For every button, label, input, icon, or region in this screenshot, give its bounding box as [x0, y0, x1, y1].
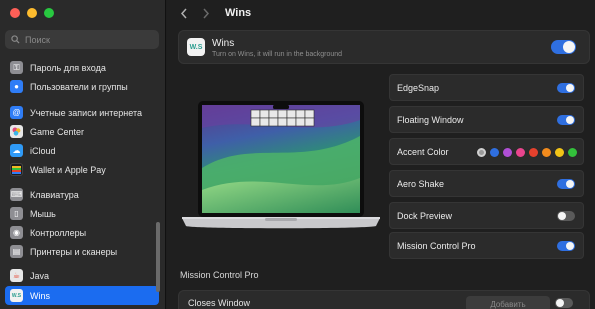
sidebar-item-printers[interactable]: ▤ Принтеры и сканеры — [5, 242, 159, 261]
option-accent-color: Accent Color — [389, 138, 584, 165]
search-field[interactable] — [5, 30, 159, 49]
sidebar-item-label: Пользователи и группы — [30, 81, 128, 92]
wallet-icon — [10, 163, 23, 176]
accent-color-graphite[interactable] — [477, 148, 486, 157]
sidebar-item-wallet[interactable]: Wallet и Apple Pay — [5, 160, 159, 179]
toolbar: Wins — [167, 0, 595, 26]
icloud-icon: ☁ — [10, 144, 23, 157]
sidebar-item-label: Принтеры и сканеры — [30, 246, 118, 257]
option-label: Mission Control Pro — [397, 241, 476, 251]
forward-button[interactable] — [199, 6, 213, 20]
close-window-button[interactable] — [10, 8, 20, 18]
sidebar-item-keyboard[interactable]: ⌨ Клавиатура — [5, 185, 159, 204]
sidebar-item-java[interactable]: ☕ Java — [5, 266, 159, 285]
sidebar-item-label: Wins — [30, 290, 50, 301]
users-icon: ● — [10, 80, 23, 93]
sidebar-item-label: Учетные записи интернета — [30, 107, 142, 118]
sidebar-item-label: iCloud — [30, 145, 56, 156]
macbook-preview-image — [182, 101, 380, 229]
option-mission-control-pro: Mission Control Pro — [389, 232, 584, 259]
chevron-right-icon — [203, 8, 210, 18]
accent-color-green[interactable] — [568, 148, 577, 157]
sidebar-item-internet-accounts[interactable]: @ Учетные записи интернета — [5, 103, 159, 122]
mission-control-pro-toggle[interactable] — [557, 241, 575, 251]
sidebar-item-label: Клавиатура — [30, 189, 79, 200]
sidebar: ⚿ Пароль для входа ● Пользователи и груп… — [0, 0, 166, 309]
search-icon — [11, 35, 20, 44]
edgesnap-toggle[interactable] — [557, 83, 575, 93]
dock-preview-toggle[interactable] — [557, 211, 575, 221]
mouse-icon: ▯ — [10, 207, 23, 220]
section-title-mission-control-pro: Mission Control Pro — [180, 270, 259, 280]
gamecenter-icon — [10, 125, 23, 138]
option-dock-preview: Dock Preview — [389, 202, 584, 229]
sidebar-item-login-password[interactable]: ⚿ Пароль для входа — [5, 58, 159, 77]
sidebar-item-controllers[interactable]: ◉ Контроллеры — [5, 223, 159, 242]
option-label: Accent Color — [397, 147, 449, 157]
option-floating-window: Floating Window — [389, 106, 584, 133]
accent-color-pink[interactable] — [516, 148, 525, 157]
main-pane: Wins W.S Wins Turn on Wins, it will run … — [167, 0, 595, 309]
option-label: EdgeSnap — [397, 83, 440, 93]
wins-icon: W.S — [10, 289, 23, 302]
key-icon: ⚿ — [10, 61, 23, 74]
sidebar-item-users-groups[interactable]: ● Пользователи и группы — [5, 77, 159, 96]
sidebar-item-label: Контроллеры — [30, 227, 87, 238]
minimize-window-button[interactable] — [27, 8, 37, 18]
app-header-card: W.S Wins Turn on Wins, it will run in th… — [178, 30, 590, 64]
accent-color-blue[interactable] — [490, 148, 499, 157]
printer-icon: ▤ — [10, 245, 23, 258]
controller-icon: ◉ — [10, 226, 23, 239]
keyboard-icon: ⌨ — [10, 188, 23, 201]
page-title: Wins — [225, 7, 252, 19]
wins-app-icon: W.S — [187, 38, 205, 56]
closes-window-row: Closes Window Добавить — [178, 290, 590, 309]
closes-window-toggle[interactable] — [555, 298, 573, 308]
back-button[interactable] — [177, 6, 191, 20]
app-name: Wins — [212, 38, 235, 49]
wins-enable-toggle[interactable] — [551, 40, 576, 54]
floating-window-toggle[interactable] — [557, 115, 575, 125]
add-button[interactable]: Добавить — [466, 296, 550, 309]
option-label: Floating Window — [397, 115, 464, 125]
sidebar-item-label: Мышь — [30, 208, 56, 219]
sidebar-item-wins[interactable]: W.S Wins — [5, 286, 159, 305]
accent-color-picker — [477, 148, 577, 157]
accent-color-orange[interactable] — [542, 148, 551, 157]
sidebar-item-label: Wallet и Apple Pay — [30, 164, 106, 175]
chevron-left-icon — [180, 8, 187, 18]
option-label: Dock Preview — [397, 211, 453, 221]
sidebar-item-icloud[interactable]: ☁ iCloud — [5, 141, 159, 160]
closes-window-label: Closes Window — [188, 298, 251, 308]
sidebar-item-mouse[interactable]: ▯ Мышь — [5, 204, 159, 223]
java-icon: ☕ — [10, 269, 23, 282]
app-description: Turn on Wins, it will run in the backgro… — [212, 51, 343, 58]
at-icon: @ — [10, 106, 23, 119]
sidebar-scrollbar[interactable] — [156, 222, 160, 292]
sidebar-item-label: Java — [30, 270, 50, 281]
sidebar-item-label: Пароль для входа — [30, 62, 106, 73]
option-label: Aero Shake — [397, 179, 445, 189]
sidebar-item-game-center[interactable]: Game Center — [5, 122, 159, 141]
accent-color-red[interactable] — [529, 148, 538, 157]
accent-color-yellow[interactable] — [555, 148, 564, 157]
accent-color-purple[interactable] — [503, 148, 512, 157]
option-edgesnap: EdgeSnap — [389, 74, 584, 101]
zoom-window-button[interactable] — [44, 8, 54, 18]
search-input[interactable] — [25, 34, 145, 45]
option-aero-shake: Aero Shake — [389, 170, 584, 197]
aero-shake-toggle[interactable] — [557, 179, 575, 189]
sidebar-item-label: Game Center — [30, 126, 85, 137]
window-controls — [10, 8, 54, 18]
